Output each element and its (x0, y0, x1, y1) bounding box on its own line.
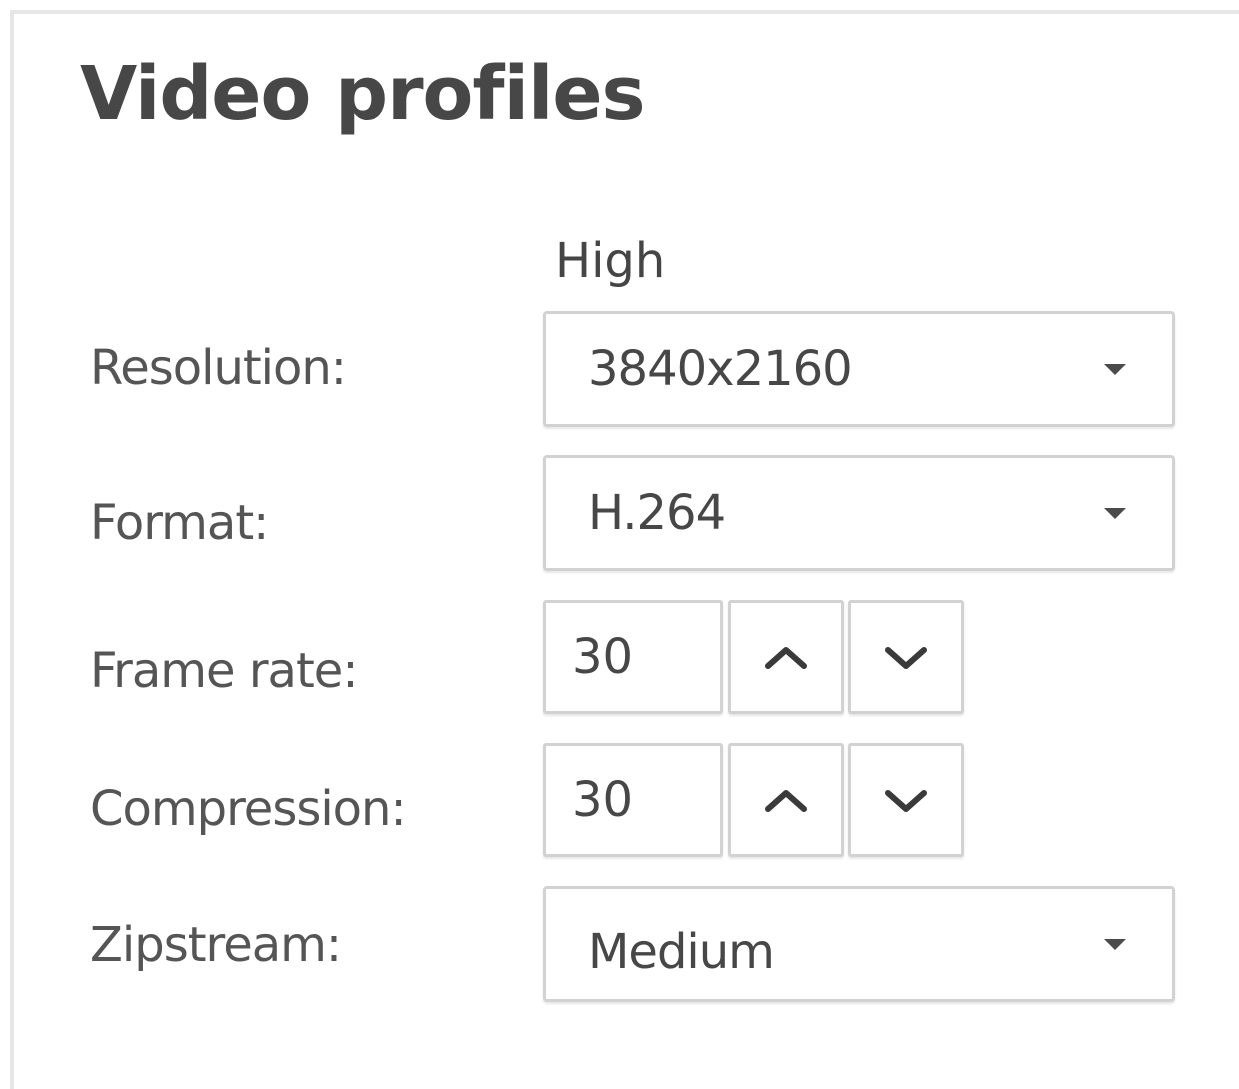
profile-column-header: High (555, 233, 666, 289)
chevron-up-icon (765, 790, 807, 812)
compression-increment-button[interactable] (728, 743, 844, 857)
zipstream-select[interactable]: Medium (543, 886, 1175, 1002)
frame-rate-decrement-button[interactable] (848, 600, 964, 714)
caret-down-icon (1104, 364, 1126, 375)
frame-rate-label: Frame rate: (90, 643, 358, 699)
compression-value: 30 (572, 772, 634, 828)
panel-left-border (10, 10, 14, 1089)
frame-rate-input[interactable]: 30 (543, 600, 723, 714)
format-select[interactable]: H.264 (543, 455, 1175, 571)
format-label: Format: (90, 495, 269, 551)
resolution-select[interactable]: 3840x2160 (543, 311, 1175, 427)
panel-top-border (10, 10, 1239, 14)
zipstream-value: Medium (588, 924, 775, 980)
frame-rate-increment-button[interactable] (728, 600, 844, 714)
page-title: Video profiles (80, 51, 646, 137)
zipstream-label: Zipstream: (90, 917, 342, 973)
caret-down-icon (1104, 939, 1126, 950)
format-value: H.264 (588, 485, 726, 541)
compression-input[interactable]: 30 (543, 743, 723, 857)
chevron-up-icon (765, 647, 807, 669)
compression-label: Compression: (90, 781, 407, 837)
resolution-value: 3840x2160 (588, 341, 853, 397)
chevron-down-icon (885, 790, 927, 812)
caret-down-icon (1104, 508, 1126, 519)
chevron-down-icon (885, 647, 927, 669)
compression-decrement-button[interactable] (848, 743, 964, 857)
frame-rate-value: 30 (572, 629, 634, 685)
video-profiles-panel: Video profiles High Resolution: 3840x216… (0, 0, 1239, 1089)
resolution-label: Resolution: (90, 340, 347, 396)
